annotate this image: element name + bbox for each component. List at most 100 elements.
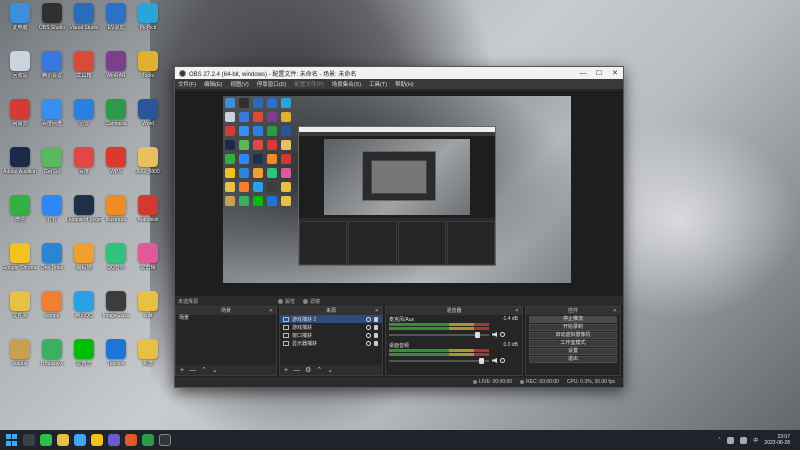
menu-edit[interactable]: 编辑(E) (204, 80, 222, 88)
wechat-icon[interactable] (40, 434, 52, 446)
app-icon[interactable] (142, 434, 154, 446)
move-down-button[interactable]: ⌄ (327, 366, 333, 374)
desktop-icon[interactable]: 工具箱 (66, 51, 102, 89)
exit-button[interactable]: 退出 (529, 356, 617, 363)
move-up-button[interactable]: ⌃ (201, 366, 207, 374)
menu-view[interactable]: 视图(V) (230, 80, 248, 88)
desktop-icon[interactable]: 微信 (2, 195, 38, 233)
properties-button[interactable]: 属性 (278, 298, 295, 305)
desktop-icon[interactable]: 迅雷 (66, 99, 102, 137)
desktop-icon[interactable]: Get Go (34, 147, 70, 185)
menu-help[interactable]: 帮助(H) (395, 80, 414, 88)
studio-mode-button[interactable]: 工作室模式 (529, 340, 617, 347)
desktop-icon[interactable]: Tools (130, 51, 166, 89)
desktop-icon[interactable]: 爱剪辑 (130, 243, 166, 281)
desktop-icon[interactable]: Google Chrome (2, 243, 38, 281)
desktop-icon[interactable]: WinRAR (98, 51, 134, 89)
visibility-eye-icon[interactable] (366, 316, 371, 322)
desktop-icon[interactable]: 钉钉 (34, 195, 70, 233)
desktop-icon[interactable]: 腾讯QQ (66, 291, 102, 329)
speaker-icon[interactable] (492, 332, 497, 337)
desktop-icon[interactable]: One Drive (34, 243, 70, 281)
source-list-item[interactable]: 显示器捕获 (280, 339, 382, 347)
desktop-icon[interactable]: 此电脑 (2, 3, 38, 41)
app-icon[interactable] (108, 434, 120, 446)
preview-area[interactable] (175, 91, 623, 296)
dock-close-icon[interactable]: ✕ (269, 307, 273, 315)
desktop-icon[interactable]: ImageGlass (98, 291, 134, 329)
maximize-button[interactable]: ☐ (591, 67, 607, 79)
desktop-icon[interactable]: IMG_8800 (130, 147, 166, 185)
desktop-icon[interactable]: Tencent (98, 339, 134, 377)
add-scene-button[interactable]: + (180, 367, 184, 374)
desktop-icon[interactable]: QQ音乐 (98, 243, 134, 281)
volume-fader[interactable] (389, 357, 489, 364)
menu-tools[interactable]: 工具(T) (369, 80, 387, 88)
browser-icon[interactable] (74, 434, 86, 446)
visibility-eye-icon[interactable] (366, 340, 371, 346)
menu-file[interactable]: 文件(F) (178, 80, 196, 88)
preview-canvas[interactable] (223, 96, 571, 291)
fader-knob[interactable] (474, 331, 480, 338)
desktop-icon[interactable]: Autodesk (130, 195, 166, 233)
virtual-camera-button[interactable]: 启动虚拟摄像机 (529, 332, 617, 339)
lock-icon[interactable] (374, 340, 378, 346)
desktop-icon[interactable]: Illustrator (98, 195, 134, 233)
move-up-button[interactable]: ⌃ (316, 366, 322, 374)
chrome-icon[interactable] (91, 434, 103, 446)
volume-fader[interactable] (389, 331, 489, 338)
filters-button[interactable]: 滤镜 (303, 298, 320, 305)
tray-up-arrow-icon[interactable]: ⌃ (717, 437, 721, 443)
move-down-button[interactable]: ⌄ (212, 366, 218, 374)
network-icon[interactable] (727, 436, 735, 444)
desktop-icon[interactable]: Camtasia (98, 99, 134, 137)
menu-docks[interactable]: 停靠窗口(D) (257, 80, 287, 88)
desktop-icon[interactable]: 文件夹 (2, 291, 38, 329)
lock-icon[interactable] (374, 332, 378, 338)
desktop-icon[interactable]: OBS Studio (34, 3, 70, 41)
desktop-icon[interactable]: 腾讯会议 (34, 51, 70, 89)
gear-icon[interactable] (500, 332, 505, 337)
search-icon[interactable] (23, 434, 35, 446)
obs-titlebar[interactable]: OBS 27.2.4 (64-bit, windows) - 配置文件: 未命名… (175, 67, 623, 79)
desktop-icon[interactable]: 回收站 (2, 51, 38, 89)
dock-close-icon[interactable]: ✕ (613, 307, 617, 315)
ime-indicator[interactable]: 中 (753, 437, 758, 444)
scene-list-item[interactable]: 场景 (176, 315, 276, 322)
lock-icon[interactable] (374, 316, 378, 322)
add-source-button[interactable]: + (284, 367, 288, 374)
gear-icon[interactable] (500, 358, 505, 363)
desktop-icon[interactable]: Word (130, 99, 166, 137)
app-icon[interactable] (125, 434, 137, 446)
desktop-icon[interactable]: HBuilderX (34, 339, 70, 377)
lock-icon[interactable] (374, 324, 378, 330)
desktop-icon[interactable]: league (2, 339, 38, 377)
source-list-item[interactable]: 窗口捕获 (280, 331, 382, 339)
source-list-item[interactable]: 游戏捕获 (280, 323, 382, 331)
minimize-button[interactable]: — (575, 67, 591, 79)
desktop-icon[interactable]: sqlit (130, 291, 166, 329)
settings-button[interactable]: 设置 (529, 348, 617, 355)
desktop-icon[interactable]: 编程猫 (66, 243, 102, 281)
visibility-eye-icon[interactable] (366, 324, 371, 330)
desktop-icon[interactable]: 新建 (130, 339, 166, 377)
menu-profile[interactable]: 配置文件(P) (294, 80, 323, 88)
speaker-icon[interactable] (492, 358, 497, 363)
source-properties-button[interactable]: ⚙ (305, 366, 311, 374)
desktop-icon[interactable]: Adobe Audition (2, 147, 38, 185)
clock[interactable]: 23:07 2022-06-28 (764, 434, 790, 446)
dock-close-icon[interactable]: ✕ (375, 307, 379, 315)
desktop-icon[interactable]: 百度网盘 (34, 99, 70, 137)
close-button[interactable]: ✕ (607, 67, 623, 79)
desktop-icon[interactable]: Visual Studio (66, 3, 102, 41)
menu-scene-collection[interactable]: 场景集合(S) (332, 80, 361, 88)
start-button[interactable] (6, 434, 18, 446)
desktop-icon[interactable]: WPS (98, 147, 134, 185)
desktop-icon[interactable]: xampp (34, 291, 70, 329)
desktop-icon[interactable]: 百度 (66, 147, 102, 185)
desktop-icon[interactable]: PicPick (130, 3, 166, 41)
desktop-icon[interactable]: EV录屏 (98, 3, 134, 41)
remove-scene-button[interactable]: — (189, 367, 196, 374)
start-recording-button[interactable]: 开始录制 (529, 324, 617, 331)
source-list-item[interactable]: 游戏捕获 2 (280, 315, 382, 323)
